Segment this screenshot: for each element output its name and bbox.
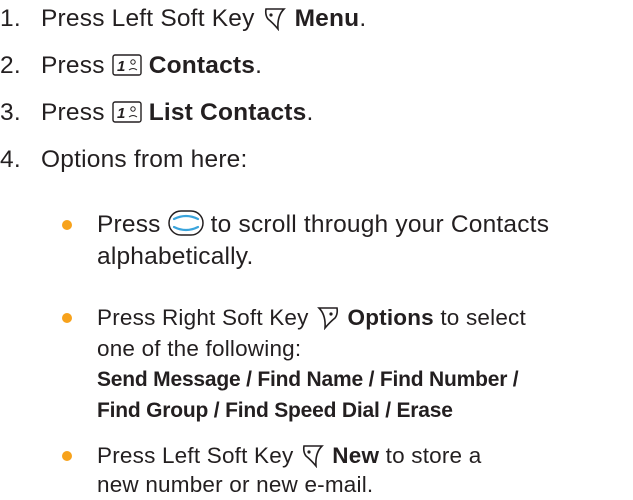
step-text: Press: [41, 99, 105, 126]
step-4: 4. Options from here:: [0, 145, 248, 175]
left-soft-key-icon: [264, 8, 286, 31]
bullet-text: to select: [440, 305, 526, 330]
bullet-text: Press Left Soft Key: [97, 443, 294, 468]
left-soft-key-icon: [302, 445, 324, 468]
menu-option: Find Name: [257, 368, 363, 391]
bullet-3-line-1: Press Left Soft Key New to store a: [97, 441, 481, 471]
menu-option: Find Speed Dial: [225, 399, 380, 422]
key-1-icon: 1: [111, 101, 142, 123]
step-number: 2.: [0, 52, 21, 79]
bullet-dot: [62, 451, 72, 461]
punct: .: [359, 5, 367, 32]
step-1: 1. Press Left Soft Key Menu.: [0, 4, 366, 34]
menu-option: Find Number: [379, 368, 508, 391]
menu-option: Send Message: [97, 368, 241, 391]
step-2: 2. Press 1 Contacts.: [0, 51, 262, 81]
bullet-2-line-2: one of the following:: [97, 334, 301, 364]
menu-option: Erase: [396, 399, 453, 422]
bullet-dot: [62, 313, 72, 323]
menu-separator: /: [507, 368, 519, 391]
step-text: Press: [41, 52, 105, 79]
bullet-2-line-1: Press Right Soft Key Options to select: [97, 303, 526, 333]
bullet-3-line-2: new number or new e-mail.: [97, 470, 373, 500]
menu-separator: /: [240, 368, 258, 391]
step-text: Options from here:: [41, 146, 248, 173]
bullet-text: Press Right Soft Key: [97, 305, 309, 330]
options-label: Options: [347, 305, 434, 330]
bullet-text: Press: [97, 211, 161, 238]
menu-label: Menu: [294, 5, 360, 32]
bullet-text: to scroll through your Contacts: [210, 211, 550, 238]
new-label: New: [332, 443, 380, 468]
bullet-dot: [62, 220, 72, 230]
step-number: 4.: [0, 146, 21, 173]
nav-key-icon: [167, 210, 204, 236]
bullet-text: one of the following:: [97, 336, 302, 361]
options-menu-line-2: Find Group / Find Speed Dial / Erase: [97, 396, 453, 426]
menu-option: Find Group: [97, 399, 209, 422]
punct: .: [306, 99, 314, 126]
bullet-1-line-2: alphabetically.: [97, 242, 253, 272]
right-soft-key-icon: [317, 307, 339, 330]
menu-separator: /: [362, 368, 380, 391]
step-number: 1.: [0, 5, 21, 32]
step-number: 3.: [0, 99, 21, 126]
bullet-1-line-1: Press to scroll through your Contacts: [97, 210, 549, 240]
list-contacts-label: List Contacts: [148, 99, 307, 126]
step-3: 3. Press 1 List Contacts.: [0, 98, 314, 128]
bullet-text: alphabetically.: [97, 243, 254, 270]
step-text: Press Left Soft Key: [41, 5, 255, 32]
key-1-icon: 1: [111, 54, 142, 76]
menu-separator: /: [379, 399, 397, 422]
bullet-text: to store a: [385, 443, 482, 468]
punct: .: [255, 52, 263, 79]
contacts-label: Contacts: [148, 52, 256, 79]
key-digit: 1: [117, 58, 126, 75]
menu-separator: /: [208, 399, 226, 422]
key-digit: 1: [117, 105, 126, 122]
options-menu-line-1: Send Message / Find Name / Find Number /: [97, 365, 519, 395]
bullet-text: new number or new e-mail.: [97, 472, 374, 497]
